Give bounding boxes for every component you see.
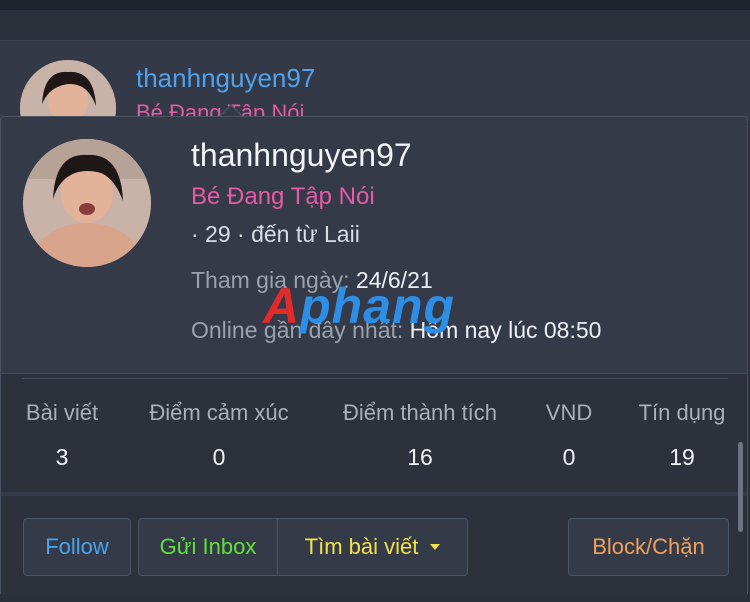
stat-vnd: VND 0: [541, 400, 597, 471]
stat-label: VND: [545, 400, 593, 425]
find-posts-button[interactable]: Tìm bài viết: [277, 518, 468, 576]
watermark-logo: Aphang: [263, 277, 455, 335]
watermark-part-2: phang: [300, 278, 456, 334]
watermark-part-1: A: [263, 278, 301, 334]
member-actions: Follow Gửi Inbox Tìm bài viết Block/Chặn: [1, 496, 747, 602]
member-avatar[interactable]: [23, 139, 151, 267]
bottom-strip: [0, 594, 750, 602]
stat-points: Điểm thành tích 16: [335, 400, 505, 471]
block-button[interactable]: Block/Chặn: [568, 518, 729, 576]
stat-label: Bài viết: [25, 400, 99, 425]
member-meta: · 29 · đến từ Laii: [191, 221, 360, 247]
stat-value: 16: [407, 444, 433, 470]
stat-value: 19: [669, 444, 695, 470]
member-stats: Bài viết 3 Điểm cảm xúc 0 Điểm thành tíc…: [1, 373, 747, 492]
stat-value: 0: [212, 444, 226, 470]
stat-label: Tín dụng: [638, 400, 726, 425]
member-username[interactable]: thanhnguyen97: [191, 137, 412, 174]
stat-value: 3: [55, 444, 69, 470]
scrollbar[interactable]: [738, 442, 743, 532]
stat-credits: Tín dụng 19: [633, 400, 731, 471]
stats-divider: [22, 378, 728, 379]
stat-posts: Bài viết 3: [23, 400, 101, 471]
follow-button[interactable]: Follow: [23, 518, 131, 576]
background-username-link[interactable]: thanhnguyen97: [136, 63, 315, 94]
find-posts-label: Tìm bài viết: [304, 534, 419, 559]
top-bar: [0, 0, 750, 10]
chevron-down-icon: [430, 544, 441, 550]
send-inbox-button[interactable]: Gửi Inbox: [138, 518, 278, 576]
avatar-photo-icon: [23, 139, 151, 267]
member-header: thanhnguyen97 Bé Đang Tập Nói · 29 · đến…: [1, 117, 747, 373]
stat-label: Điểm cảm xúc: [149, 400, 289, 425]
stat-value: 0: [562, 444, 576, 470]
member-tooltip-card: thanhnguyen97 Bé Đang Tập Nói · 29 · đến…: [0, 116, 748, 602]
stat-label: Điểm thành tích: [342, 400, 498, 425]
member-title: Bé Đang Tập Nói: [191, 183, 375, 210]
stat-reactions: Điểm cảm xúc 0: [141, 400, 297, 471]
